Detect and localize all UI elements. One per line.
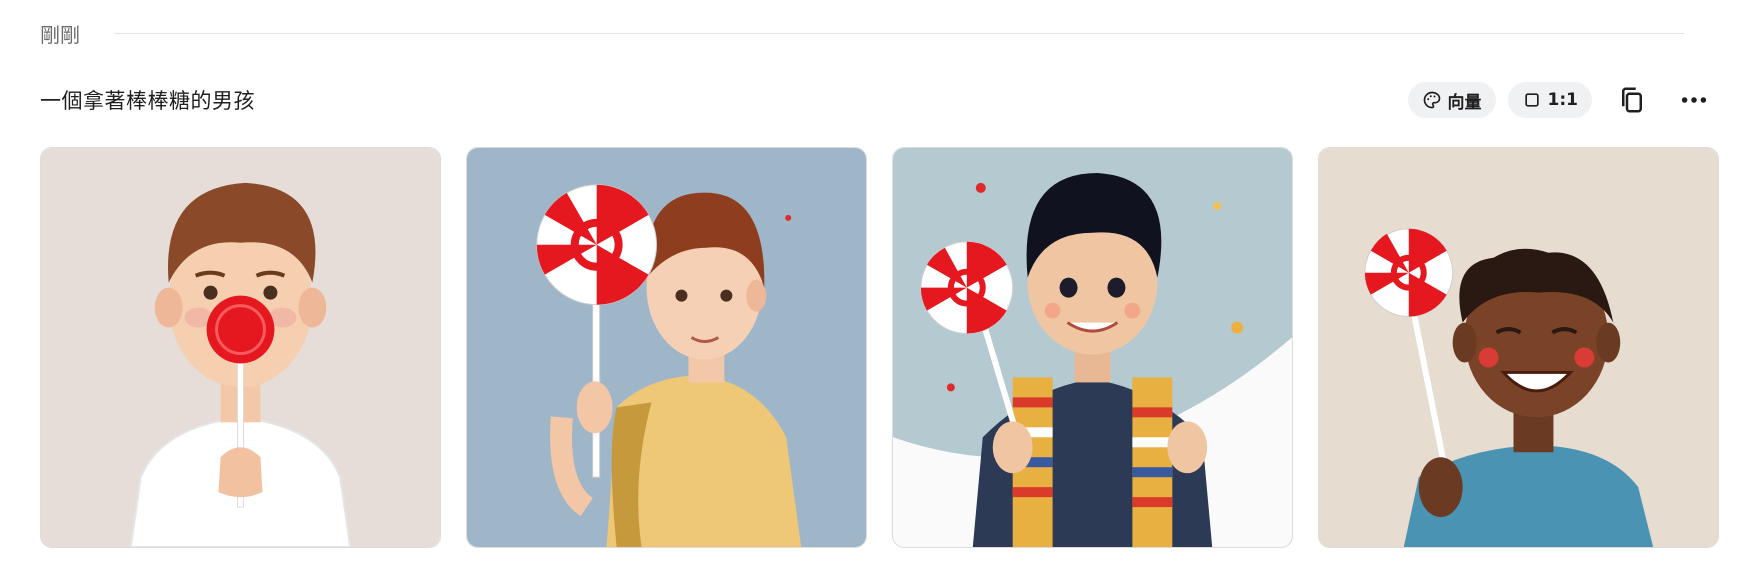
section-divider <box>114 32 1684 34</box>
copy-icon <box>1622 87 1642 113</box>
prompt-row: 一個拿著棒棒糖的男孩 向量 1:1 <box>40 78 1716 122</box>
time-label: 剛剛 <box>40 22 80 47</box>
boy-lollipop-illustration-2 <box>467 148 866 547</box>
style-chip-label: 向量 <box>1447 92 1482 113</box>
generated-image-3[interactable] <box>892 147 1293 548</box>
palette-icon <box>1423 91 1440 109</box>
generated-image-1[interactable] <box>40 147 441 548</box>
generated-image-2[interactable] <box>466 147 867 548</box>
generated-image-4[interactable] <box>1318 147 1719 548</box>
style-chip[interactable]: 向量 <box>1407 82 1496 118</box>
more-horizontal-icon <box>1681 97 1707 103</box>
aspect-ratio-chip[interactable]: 1:1 <box>1507 82 1592 118</box>
time-section-header: 剛剛 <box>40 18 1684 48</box>
copy-button[interactable] <box>1610 78 1654 122</box>
more-options-button[interactable] <box>1672 78 1716 122</box>
boy-lollipop-illustration-4 <box>1319 148 1718 547</box>
prompt-actions: 向量 1:1 <box>1407 78 1716 122</box>
image-gallery <box>40 147 1720 549</box>
boy-lollipop-illustration-1 <box>41 148 440 547</box>
prompt-text: 一個拿著棒棒糖的男孩 <box>40 89 255 113</box>
square-icon <box>1524 93 1539 107</box>
aspect-ratio-label: 1:1 <box>1547 90 1578 110</box>
boy-lollipop-illustration-3 <box>893 148 1292 547</box>
